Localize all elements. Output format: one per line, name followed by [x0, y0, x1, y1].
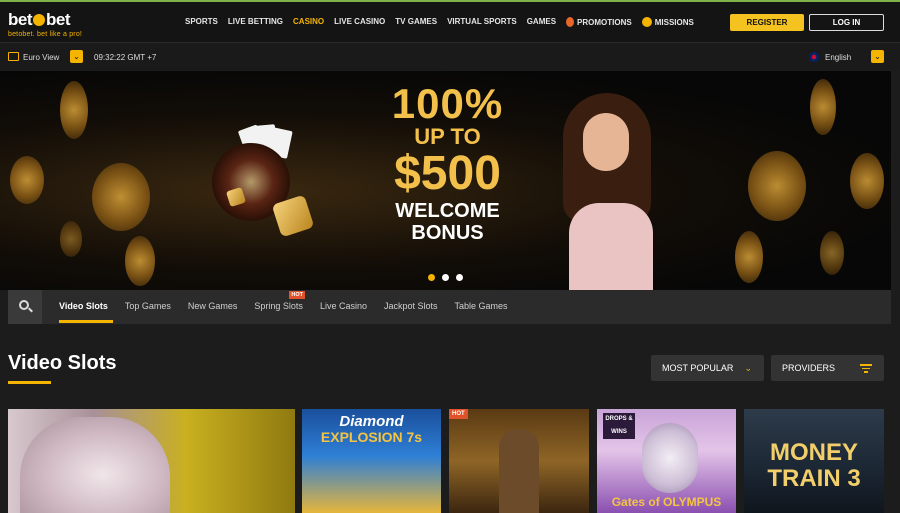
ball-icon — [33, 14, 45, 26]
hot-badge: HOT — [289, 291, 306, 299]
register-button[interactable]: REGISTER — [730, 14, 804, 31]
top-header: bet bet betobet. bet like a pro! SPORTS L… — [0, 0, 900, 42]
nav-virtual-sports[interactable]: VIRTUAL SPORTS — [447, 17, 517, 27]
model-image — [545, 93, 675, 290]
chip-icon — [125, 236, 155, 286]
section-title: Video Slots — [8, 352, 117, 374]
chip-icon — [748, 151, 806, 221]
view-dropdown-button[interactable]: ⌄ — [70, 50, 83, 63]
game-tile-money-train-3[interactable]: MONEY TRAIN 3 — [744, 409, 884, 513]
chip-icon — [10, 156, 44, 204]
betobet-logo[interactable]: bet bet betobet. bet like a pro! — [8, 10, 82, 38]
game-title-top: Diamond — [339, 413, 404, 430]
drops-wins-badge: DROPS & WINS — [603, 413, 635, 439]
chip-icon — [850, 153, 884, 209]
nav-missions-label: MISSIONS — [654, 18, 694, 27]
game-tile-lion[interactable] — [8, 409, 295, 513]
view-icon — [8, 52, 19, 61]
chip-icon — [735, 231, 763, 283]
language-dropdown-button[interactable]: ⌄ — [871, 50, 884, 63]
tab-spring-slots[interactable]: Spring Slots HOT — [254, 291, 306, 311]
chip-icon — [60, 81, 88, 139]
zeus-artwork — [642, 423, 698, 493]
chip-icon — [810, 79, 836, 135]
nav-sports[interactable]: SPORTS — [185, 17, 218, 27]
chip-icon — [92, 163, 150, 231]
missions-icon — [641, 17, 652, 27]
sub-header: Euro View ⌄ 09:32:22 GMT +7 English ⌄ — [0, 42, 900, 70]
bonus-headline: 100% UP TO $500 WELCOME BONUS — [380, 80, 515, 245]
main-nav: SPORTS LIVE BETTING CASINO LIVE CASINO T… — [185, 17, 694, 27]
search-button[interactable] — [8, 290, 42, 324]
logo-wordmark: bet bet — [8, 10, 71, 29]
tab-jackpot-slots[interactable]: Jackpot Slots — [384, 301, 438, 311]
language-label: English — [825, 53, 852, 62]
game-tile-book-of-dead[interactable]: HOT — [449, 409, 589, 513]
game-title: Gates of OLYMPUS — [611, 495, 722, 509]
carousel-dot-1[interactable] — [428, 274, 435, 281]
tab-new-games[interactable]: New Games — [188, 301, 238, 311]
tab-live-casino[interactable]: Live Casino — [320, 301, 367, 311]
nav-tv-games[interactable]: TV GAMES — [395, 17, 437, 27]
bonus-welcome: WELCOME — [395, 200, 500, 222]
bonus-up-to: UP TO — [414, 124, 481, 149]
nav-promotions-label: PROMOTIONS — [577, 18, 632, 27]
bonus-percent: 100% — [391, 80, 504, 127]
sort-label: MOST POPULAR — [662, 363, 734, 373]
chip-icon — [60, 221, 82, 257]
nav-games[interactable]: GAMES — [527, 17, 556, 27]
hot-badge: HOT — [449, 409, 468, 419]
providers-label: PROVIDERS — [782, 363, 836, 373]
tab-table-games[interactable]: Table Games — [455, 301, 508, 311]
logo-tagline: betobet. bet like a pro! — [8, 31, 83, 38]
filter-icon — [860, 364, 872, 375]
explorer-artwork — [499, 429, 539, 513]
tab-video-slots[interactable]: Video Slots — [59, 301, 108, 311]
category-tabs: Video Slots Top Games New Games Spring S… — [59, 291, 508, 311]
promo-banner[interactable]: 100% UP TO $500 WELCOME BONUS — [0, 71, 891, 290]
nav-missions[interactable]: MISSIONS — [641, 17, 694, 27]
lion-artwork — [20, 417, 170, 513]
game-title-top: MONEY — [769, 439, 858, 466]
active-tab-underline — [59, 320, 113, 323]
bonus-amount: $500 — [394, 147, 501, 200]
clock: 09:32:22 GMT +7 — [94, 53, 157, 62]
game-tile-diamond-explosion[interactable]: Diamond EXPLOSION 7s — [302, 409, 441, 513]
game-title-bottom: EXPLOSION 7s — [320, 429, 423, 445]
login-button[interactable]: LOG IN — [809, 14, 884, 31]
uk-flag-icon — [809, 52, 819, 62]
chip-icon — [820, 231, 844, 275]
fire-icon — [566, 17, 575, 27]
carousel-dot-2[interactable] — [442, 274, 449, 281]
game-title-bottom: TRAIN 3 — [767, 465, 861, 492]
carousel-dots — [428, 274, 463, 281]
providers-dropdown[interactable]: PROVIDERS — [771, 355, 884, 381]
nav-promotions[interactable]: PROMOTIONS — [566, 17, 632, 27]
sort-dropdown[interactable]: MOST POPULAR ⌄ — [651, 355, 764, 381]
section-underline — [8, 381, 51, 384]
nav-live-betting[interactable]: LIVE BETTING — [228, 17, 283, 27]
nav-casino[interactable]: CASINO — [293, 17, 324, 27]
view-label: Euro View — [23, 53, 60, 62]
nav-live-casino[interactable]: LIVE CASINO — [334, 17, 385, 27]
game-tile-gates-of-olympus[interactable]: DROPS & WINS Gates of OLYMPUS — [597, 409, 736, 513]
tab-top-games[interactable]: Top Games — [125, 301, 171, 311]
tab-spring-slots-label: Spring Slots — [254, 301, 303, 311]
category-bar: Video Slots Top Games New Games Spring S… — [8, 290, 891, 324]
chevron-down-icon: ⌄ — [744, 363, 752, 373]
bonus-label: BONUS — [411, 222, 484, 244]
carousel-dot-3[interactable] — [456, 274, 463, 281]
